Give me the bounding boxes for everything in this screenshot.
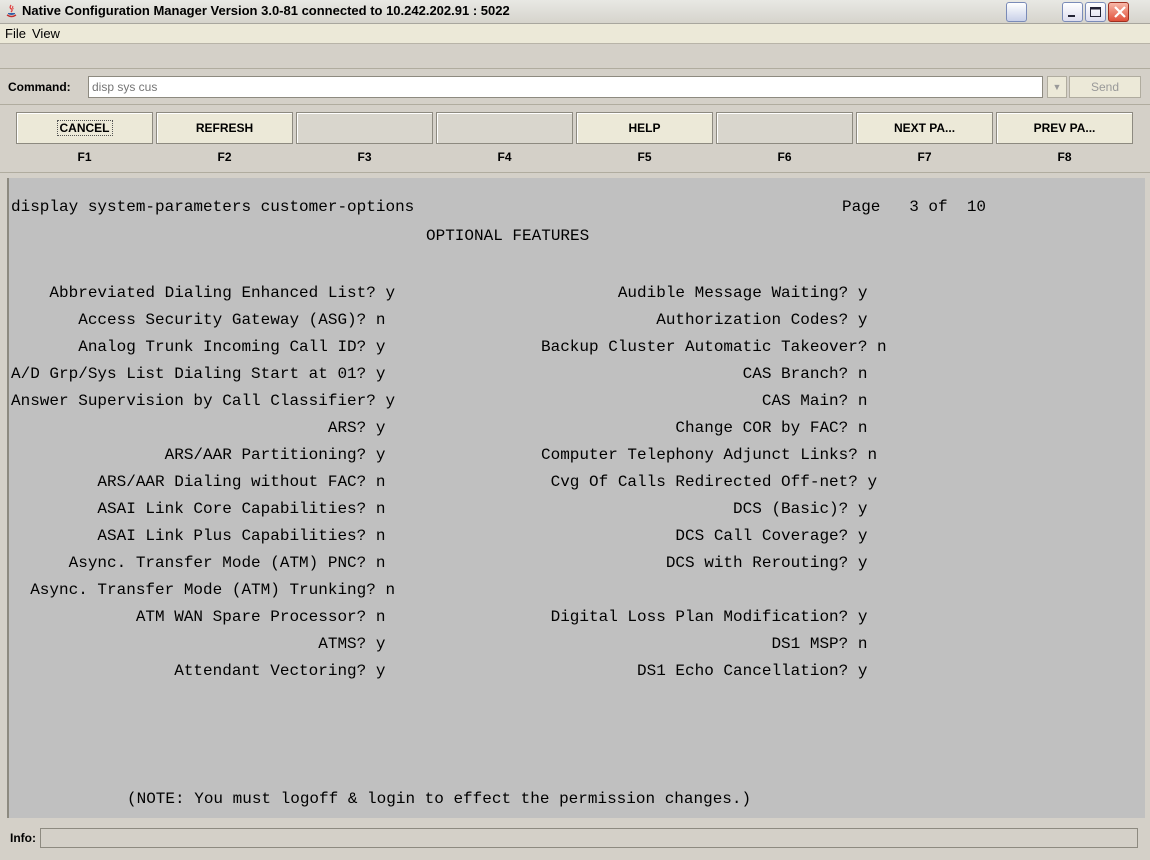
f7-next-page-button[interactable]: NEXT PA... [856,112,993,144]
feature-row: Async. Transfer Mode (ATM) Trunking? n [11,581,396,599]
feature-row: DCS Call Coverage? y [541,527,868,545]
window-title: Native Configuration Manager Version 3.0… [22,3,510,18]
f8-label: PREV PA... [1033,121,1096,135]
feature-row: ARS/AAR Dialing without FAC? n [11,473,386,491]
f2-refresh-button[interactable]: REFRESH [156,112,293,144]
f7-key-label: F7 [917,150,932,164]
send-button[interactable]: Send [1069,76,1141,98]
f4-key-label: F4 [497,150,512,164]
close-button[interactable] [1108,2,1129,22]
f1-key-label: F1 [77,150,92,164]
feature-row: ARS/AAR Partitioning? y [11,446,386,464]
command-label: Command: [8,80,71,94]
toolbar-divider [0,68,1150,69]
f8-key-label: F8 [1057,150,1072,164]
menu-view[interactable]: View [32,26,60,41]
minimize-button[interactable] [1062,2,1083,22]
feature-row: DS1 MSP? n [541,635,868,653]
f5-help-button[interactable]: HELP [576,112,713,144]
feature-row: ARS? y [11,419,386,437]
feature-row: CAS Main? n [541,392,868,410]
feature-row: Change COR by FAC? n [541,419,868,437]
menu-bar: File View [0,24,1150,44]
feature-row: Authorization Codes? y [541,311,868,329]
info-label: Info: [10,831,36,845]
feature-row: ASAI Link Plus Capabilities? n [11,527,386,545]
feature-row: ATMS? y [11,635,386,653]
f6-button[interactable] [716,112,853,144]
screen-heading: OPTIONAL FEATURES [426,227,590,245]
feature-row: DCS (Basic)? y [541,500,868,518]
feature-row: Digital Loss Plan Modification? y [541,608,868,626]
feature-row: A/D Grp/Sys List Dialing Start at 01? y [11,365,386,383]
page-indicator: Page 3 of 10 [842,198,987,216]
command-input[interactable] [88,76,1043,98]
f3-key-label: F3 [357,150,372,164]
feature-row: Audible Message Waiting? y [541,284,868,302]
feature-row: CAS Branch? n [541,365,868,383]
feature-row: ASAI Link Core Capabilities? n [11,500,386,518]
f2-key-label: F2 [217,150,232,164]
f1-label: CANCEL [56,120,113,136]
f3-button[interactable] [296,112,433,144]
feature-row: ATM WAN Spare Processor? n [11,608,386,626]
feature-row: DCS with Rerouting? y [541,554,868,572]
f1-cancel-button[interactable]: CANCEL [16,112,153,144]
feature-row: Attendant Vectoring? y [11,662,386,680]
f5-label: HELP [628,121,661,135]
maximize-button[interactable] [1085,2,1106,22]
java-icon [6,4,17,18]
screen-command-line: display system-parameters customer-optio… [11,198,415,216]
info-field [40,828,1138,848]
feature-row: Backup Cluster Automatic Takeover? n [541,338,887,356]
f8-prev-page-button[interactable]: PREV PA... [996,112,1133,144]
feature-row: Abbreviated Dialing Enhanced List? y [11,284,396,302]
fkey-divider [0,172,1150,173]
maximize-icon [1090,7,1101,17]
title-bar: Native Configuration Manager Version 3.0… [0,0,1150,24]
f7-label: NEXT PA... [893,121,956,135]
toolbar-divider [0,104,1150,105]
f5-key-label: F5 [637,150,652,164]
permission-note: (NOTE: You must logoff & login to effect… [127,790,752,808]
menu-file[interactable]: File [5,26,26,41]
terminal-screen[interactable]: display system-parameters customer-optio… [7,178,1145,818]
feature-row: DS1 Echo Cancellation? y [541,662,868,680]
f4-button[interactable] [436,112,573,144]
feature-row: Async. Transfer Mode (ATM) PNC? n [11,554,386,572]
window-menu-button[interactable] [1006,2,1027,22]
minimize-icon [1068,15,1075,17]
f2-label: REFRESH [195,121,254,135]
feature-row: Access Security Gateway (ASG)? n [11,311,386,329]
chevron-down-icon: ▼ [1052,82,1062,92]
feature-row: Cvg Of Calls Redirected Off-net? y [541,473,878,491]
feature-row: Answer Supervision by Call Classifier? y [11,392,396,410]
command-history-dropdown[interactable]: ▼ [1047,76,1067,98]
f6-key-label: F6 [777,150,792,164]
close-icon [1114,6,1126,18]
feature-row: Analog Trunk Incoming Call ID? y [11,338,386,356]
feature-row: Computer Telephony Adjunct Links? n [541,446,878,464]
